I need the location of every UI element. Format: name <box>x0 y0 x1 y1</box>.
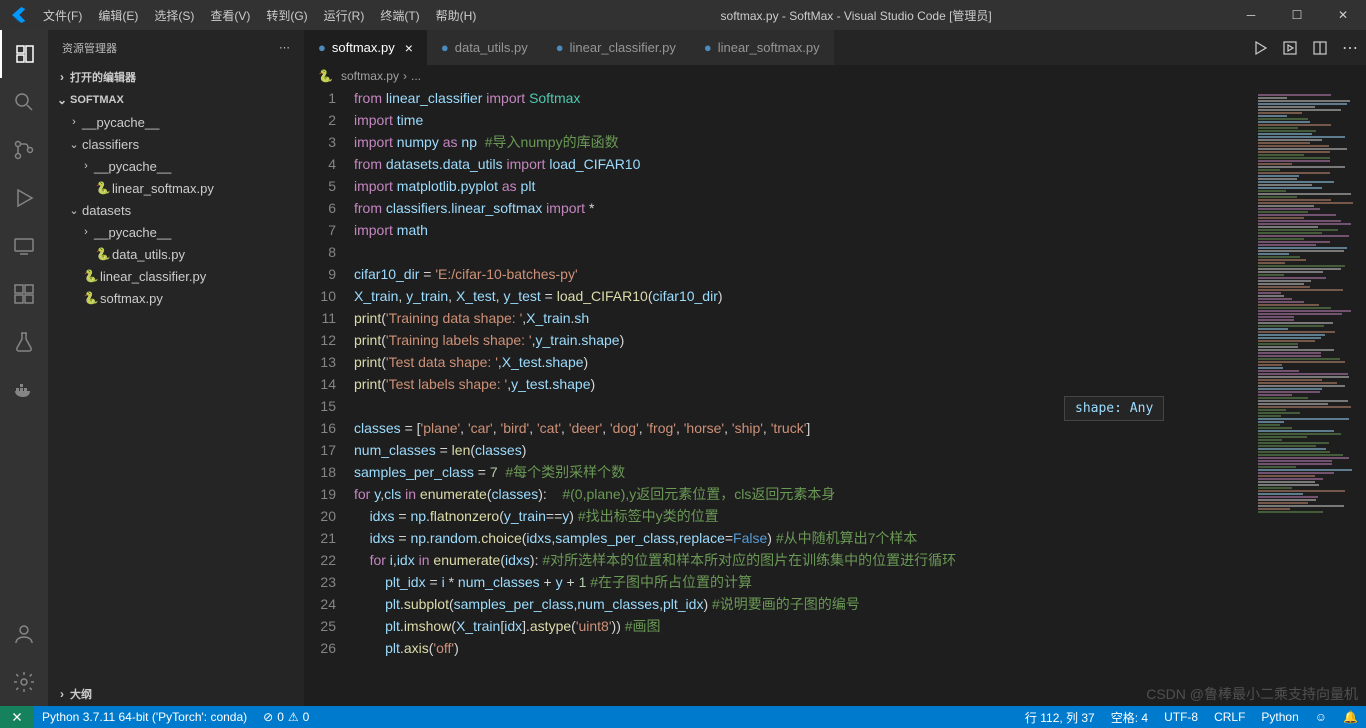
folder-item[interactable]: ⌄classifiers <box>48 133 304 155</box>
folder-item[interactable]: ›__pycache__ <box>48 155 304 177</box>
open-editors-section[interactable]: ›打开的编辑器 <box>48 65 304 89</box>
menu-terminal[interactable]: 终端(T) <box>372 7 427 24</box>
folder-section[interactable]: ⌄SOFTMAX <box>48 89 304 111</box>
file-item[interactable]: 🐍linear_softmax.py <box>48 177 304 199</box>
file-item[interactable]: 🐍softmax.py <box>48 287 304 309</box>
breadcrumbs[interactable]: 🐍 softmax.py › ... <box>304 65 1366 87</box>
split-editor-icon[interactable] <box>1312 40 1328 56</box>
status-notifications-icon[interactable]: 🔔 <box>1335 710 1366 724</box>
breadcrumb-file[interactable]: softmax.py <box>341 69 399 83</box>
editor-area: ●softmax.py×●data_utils.py●linear_classi… <box>304 30 1366 706</box>
run-debug-icon[interactable] <box>0 174 48 222</box>
menu-help[interactable]: 帮助(H) <box>428 7 485 24</box>
menu-view[interactable]: 查看(V) <box>202 7 258 24</box>
status-problems[interactable]: ⊘0⚠0 <box>255 710 317 724</box>
editor-tab[interactable]: ●linear_classifier.py <box>542 30 690 65</box>
explorer-icon[interactable] <box>0 30 48 78</box>
status-language[interactable]: Python <box>1253 710 1306 724</box>
minimap[interactable] <box>1256 87 1366 706</box>
folder-item[interactable]: ›__pycache__ <box>48 111 304 133</box>
window-maximize-button[interactable]: ☐ <box>1274 0 1320 30</box>
activity-bar <box>0 30 48 706</box>
editor-tab[interactable]: ●softmax.py× <box>304 30 427 65</box>
status-cursor[interactable]: 行 112, 列 37 <box>1017 709 1103 726</box>
settings-icon[interactable] <box>0 658 48 706</box>
menu-select[interactable]: 选择(S) <box>146 7 202 24</box>
sidebar-title: 资源管理器 <box>62 40 279 56</box>
file-tree: ›__pycache__⌄classifiers›__pycache__🐍lin… <box>48 111 304 682</box>
file-item[interactable]: 🐍linear_classifier.py <box>48 265 304 287</box>
source-control-icon[interactable] <box>0 126 48 174</box>
python-file-icon: 🐍 <box>318 69 333 83</box>
menu-edit[interactable]: 编辑(E) <box>90 7 146 24</box>
editor-tab[interactable]: ●linear_softmax.py <box>690 30 834 65</box>
window-minimize-button[interactable]: ─ <box>1228 0 1274 30</box>
testing-icon[interactable] <box>0 318 48 366</box>
file-item[interactable]: 🐍data_utils.py <box>48 243 304 265</box>
window-close-button[interactable]: ✕ <box>1320 0 1366 30</box>
menu-go[interactable]: 转到(G) <box>258 7 315 24</box>
status-spaces[interactable]: 空格: 4 <box>1103 709 1156 726</box>
more-actions-icon[interactable]: ⋯ <box>1342 38 1358 58</box>
breadcrumb-more[interactable]: ... <box>411 69 421 83</box>
status-feedback-icon[interactable]: ☺ <box>1307 710 1335 724</box>
sidebar: 资源管理器⋯ ›打开的编辑器 ⌄SOFTMAX ›__pycache__⌄cla… <box>48 30 304 706</box>
accounts-icon[interactable] <box>0 610 48 658</box>
folder-item[interactable]: ⌄datasets <box>48 199 304 221</box>
docker-icon[interactable] <box>0 366 48 414</box>
status-encoding[interactable]: UTF-8 <box>1156 710 1206 724</box>
remote-indicator[interactable] <box>0 706 34 728</box>
title-bar: 文件(F) 编辑(E) 选择(S) 查看(V) 转到(G) 运行(R) 终端(T… <box>0 0 1366 30</box>
run-button-icon[interactable] <box>1252 40 1268 56</box>
menu-run[interactable]: 运行(R) <box>316 7 373 24</box>
search-icon[interactable] <box>0 78 48 126</box>
hover-tooltip: shape: Any <box>1064 396 1164 421</box>
status-bar: Python 3.7.11 64-bit ('PyTorch': conda) … <box>0 706 1366 728</box>
extensions-icon[interactable] <box>0 270 48 318</box>
run-cell-icon[interactable] <box>1282 40 1298 56</box>
editor-tabs: ●softmax.py×●data_utils.py●linear_classi… <box>304 30 1366 65</box>
watermark: CSDN @鲁棒最小二乘支持向量机 <box>1146 684 1358 704</box>
menu-file[interactable]: 文件(F) <box>35 7 90 24</box>
window-title: softmax.py - SoftMax - Visual Studio Cod… <box>484 7 1228 24</box>
vscode-logo-icon <box>0 7 35 23</box>
folder-item[interactable]: ›__pycache__ <box>48 221 304 243</box>
outline-section[interactable]: ›大纲 <box>48 682 304 706</box>
status-interpreter[interactable]: Python 3.7.11 64-bit ('PyTorch': conda) <box>34 710 255 724</box>
sidebar-more-icon[interactable]: ⋯ <box>279 41 290 54</box>
status-eol[interactable]: CRLF <box>1206 710 1253 724</box>
remote-explorer-icon[interactable] <box>0 222 48 270</box>
menu-bar: 文件(F) 编辑(E) 选择(S) 查看(V) 转到(G) 运行(R) 终端(T… <box>35 7 484 24</box>
editor-tab[interactable]: ●data_utils.py <box>427 30 542 65</box>
